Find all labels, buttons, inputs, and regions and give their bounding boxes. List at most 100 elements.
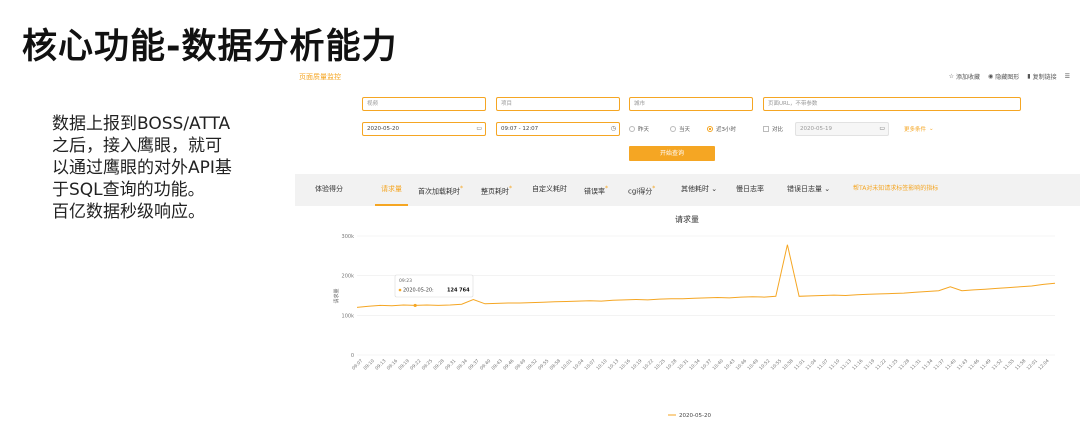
x-tick-label: 09:43 bbox=[490, 358, 504, 372]
metric-tabs: 体验得分 请求量 首次加载耗时* 整页耗时* 自定义耗时 错误率* cgi得分*… bbox=[295, 174, 1080, 206]
more-conditions-link[interactable]: 更多条件 ⌄ bbox=[904, 125, 934, 133]
tab-custom-time[interactable]: 自定义耗时 bbox=[532, 174, 567, 206]
compare-checkbox[interactable]: 对比 bbox=[763, 125, 783, 133]
radio-yesterday[interactable]: 昨天 bbox=[629, 125, 649, 133]
x-tick-label: 10:19 bbox=[630, 358, 644, 372]
compare-date-picker[interactable]: 2020-05-19 ▭ bbox=[795, 122, 889, 136]
chart-x-ticks: 09:0709:1009:1309:1609:1909:2209:2509:28… bbox=[351, 358, 1051, 372]
chevron-down-icon: ⌄ bbox=[709, 185, 718, 193]
x-tick-label: 10:52 bbox=[758, 358, 772, 372]
tooltip-series-dot bbox=[398, 288, 402, 292]
x-tick-label: 11:37 bbox=[932, 358, 946, 372]
x-tick-label: 10:01 bbox=[560, 358, 574, 372]
favorite-button[interactable]: ☆ 添加收藏 bbox=[949, 72, 980, 81]
x-tick-label: 10:55 bbox=[770, 358, 784, 372]
desc-line: 百亿数据秒级响应。 bbox=[52, 202, 205, 222]
x-tick-label: 09:46 bbox=[502, 358, 516, 372]
x-tick-label: 11:10 bbox=[828, 358, 842, 372]
checkbox bbox=[763, 126, 769, 132]
y-tick-label: 200k bbox=[342, 274, 355, 280]
y-tick-label: 100k bbox=[342, 313, 355, 319]
radio-circle-selected bbox=[707, 126, 713, 132]
x-tick-label: 11:04 bbox=[805, 358, 819, 372]
x-tick-label: 12:01 bbox=[1026, 358, 1040, 372]
x-tick-label: 10:46 bbox=[735, 358, 749, 372]
tooltip-date: 2020-05-20: bbox=[403, 288, 434, 294]
x-tick-label: 09:07 bbox=[351, 358, 365, 372]
radio-circle bbox=[670, 126, 676, 132]
x-tick-label: 11:13 bbox=[839, 358, 853, 372]
radio-recent-3h[interactable]: 近3小时 bbox=[707, 125, 736, 133]
x-tick-label: 10:22 bbox=[642, 358, 656, 372]
x-tick-label: 12:04 bbox=[1037, 358, 1051, 372]
x-tick-label: 09:22 bbox=[409, 358, 423, 372]
desc-line: 于SQL查询的功能。 bbox=[52, 180, 205, 200]
legend-label: 2020-05-20 bbox=[679, 413, 711, 419]
eye-icon: ◉ bbox=[988, 73, 994, 80]
x-tick-label: 10:31 bbox=[677, 358, 691, 372]
tab-cgi-score[interactable]: cgi得分* bbox=[628, 174, 655, 206]
x-tick-label: 11:31 bbox=[909, 358, 923, 372]
tab-page-load-time[interactable]: 整页耗时* bbox=[481, 174, 512, 206]
copy-link-button[interactable]: ▮ 复制链接 bbox=[1027, 72, 1056, 81]
x-tick-label: 10:04 bbox=[572, 358, 586, 372]
desc-line: 以通过鹰眼的对外API基 bbox=[52, 158, 232, 178]
x-tick-label: 10:58 bbox=[781, 358, 795, 372]
tab-error-log-volume[interactable]: 错误日志量 ⌄ bbox=[787, 174, 830, 206]
filter-project-field[interactable]: 项目 bbox=[496, 97, 620, 111]
x-tick-label: 10:25 bbox=[653, 358, 667, 372]
x-tick-label: 10:43 bbox=[723, 358, 737, 372]
app-title: 页面质量监控 bbox=[299, 73, 341, 81]
menu-icon[interactable]: ☰ bbox=[1065, 72, 1070, 81]
x-tick-label: 09:49 bbox=[514, 358, 528, 372]
x-tick-label: 09:16 bbox=[386, 358, 400, 372]
time-range-picker[interactable]: 09:07 - 12:07 ◷ bbox=[496, 122, 620, 136]
hide-chart-button[interactable]: ◉ 隐藏图形 bbox=[988, 72, 1019, 81]
tab-first-load-time[interactable]: 首次加载耗时* bbox=[418, 174, 463, 206]
radio-today[interactable]: 当天 bbox=[670, 125, 690, 133]
desc-line: 之后，接入鹰眼，就可 bbox=[52, 136, 222, 156]
x-tick-label: 11:52 bbox=[991, 358, 1005, 372]
filter-city-field[interactable]: 城市 bbox=[629, 97, 753, 111]
chart-y-axis-label: 请求量 bbox=[333, 288, 340, 303]
request-volume-chart: 请求量 请求量 0100k200k300k 09:0709:1009:1309:… bbox=[333, 214, 1056, 419]
x-tick-label: 10:37 bbox=[700, 358, 714, 372]
y-tick-label: 300k bbox=[342, 234, 355, 240]
x-tick-label: 10:10 bbox=[595, 358, 609, 372]
x-tick-label: 09:19 bbox=[397, 358, 411, 372]
date-picker[interactable]: 2020-05-20 ▭ bbox=[362, 122, 486, 136]
slide-description: 数据上报到BOSS/ATTA 之后，接入鹰眼，就可 以通过鹰眼的对外API基 于… bbox=[52, 113, 282, 223]
calendar-icon: ▭ bbox=[879, 125, 885, 132]
calendar-icon: ▭ bbox=[476, 125, 482, 132]
tab-error-rate[interactable]: 错误率* bbox=[584, 174, 608, 206]
top-actions: ☆ 添加收藏 ◉ 隐藏图形 ▮ 复制链接 ☰ bbox=[949, 72, 1070, 81]
slide-title: 核心功能-数据分析能力 bbox=[22, 27, 398, 67]
tab-unknown-request-link[interactable]: 帮TA对未知请求标签影响的指标 bbox=[853, 174, 938, 206]
x-tick-label: 11:34 bbox=[921, 358, 935, 372]
x-tick-label: 11:46 bbox=[967, 358, 981, 372]
x-tick-label: 10:13 bbox=[607, 358, 621, 372]
start-query-button[interactable]: 开始查询 bbox=[629, 146, 715, 161]
x-tick-label: 10:40 bbox=[711, 358, 725, 372]
x-tick-label: 09:58 bbox=[549, 358, 563, 372]
x-tick-label: 11:49 bbox=[979, 358, 993, 372]
x-tick-label: 10:34 bbox=[688, 358, 702, 372]
x-tick-label: 11:25 bbox=[886, 358, 900, 372]
tooltip-time: 09:23 bbox=[399, 278, 412, 284]
x-tick-label: 11:43 bbox=[956, 358, 970, 372]
tab-other-time[interactable]: 其他耗时 ⌄ bbox=[681, 174, 717, 206]
filter-video-field[interactable]: 视频 bbox=[362, 97, 486, 111]
tab-experience-score[interactable]: 体验得分 bbox=[315, 174, 343, 206]
chevron-down-icon: ⌄ bbox=[822, 185, 831, 193]
x-tick-label: 11:40 bbox=[944, 358, 958, 372]
url-input[interactable]: 页面URL，不带参数 bbox=[763, 97, 1021, 111]
x-tick-label: 11:22 bbox=[874, 358, 888, 372]
chart-legend[interactable]: 2020-05-20 bbox=[668, 413, 711, 419]
x-tick-label: 09:37 bbox=[467, 358, 481, 372]
x-tick-label: 11:58 bbox=[1014, 358, 1028, 372]
x-tick-label: 10:16 bbox=[618, 358, 632, 372]
x-tick-label: 10:28 bbox=[665, 358, 679, 372]
tab-request-volume[interactable]: 请求量 bbox=[375, 174, 408, 206]
chevron-down-icon: ⌄ bbox=[929, 126, 934, 132]
tab-slow-log-rate[interactable]: 慢日志率 bbox=[736, 174, 764, 206]
